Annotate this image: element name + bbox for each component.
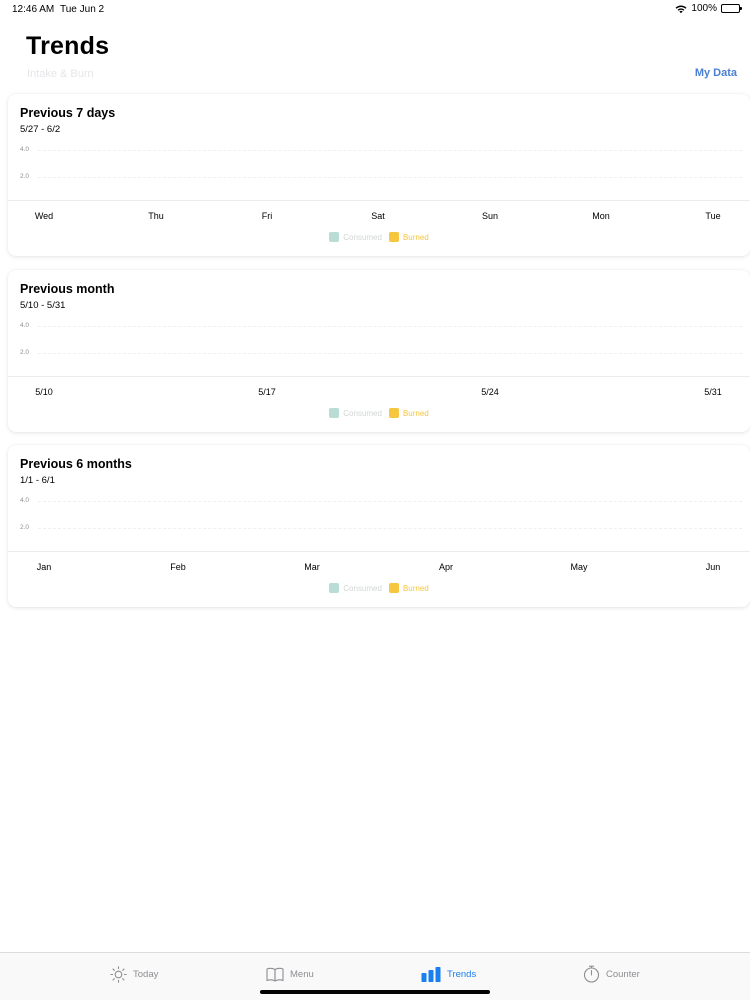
x-tick-label: Jan <box>36 562 52 572</box>
gridline <box>38 177 742 178</box>
x-tick-label: Apr <box>438 562 454 572</box>
y-tick-label: 2.0 <box>20 173 30 180</box>
gridline <box>38 528 742 529</box>
card-date-range: 1/1 - 6/1 <box>20 475 55 486</box>
tab-trends[interactable]: Trends <box>421 963 476 985</box>
tab-menu[interactable]: Menu <box>266 963 314 985</box>
x-axis-labels: Jan Feb Mar Apr May Jun <box>8 562 750 574</box>
x-tick-label: Wed <box>34 211 54 221</box>
x-tick-label: Jun <box>705 562 721 572</box>
tab-today[interactable]: Today <box>110 963 158 985</box>
burned-swatch <box>388 408 399 418</box>
x-axis-line <box>8 200 750 201</box>
chart-legend: Consumed Burned <box>8 583 750 593</box>
legend-burned: Burned <box>388 408 429 418</box>
x-tick-label: Sun <box>481 211 499 221</box>
card-date-range: 5/27 - 6/2 <box>20 124 61 135</box>
x-tick-label: May <box>570 562 588 572</box>
x-tick-label: Mon <box>592 211 610 221</box>
trend-card-month: Previous month 5/10 - 5/31 4.0 2.0 5/10 … <box>8 270 750 432</box>
burned-swatch <box>388 583 399 593</box>
x-tick-label: Fri <box>261 211 273 221</box>
card-title: Previous 6 months <box>20 457 132 471</box>
y-tick-label: 4.0 <box>20 322 30 329</box>
x-tick-label: Mar <box>304 562 320 572</box>
trend-card-7-days: Previous 7 days 5/27 - 6/2 4.0 2.0 Wed T… <box>8 94 750 256</box>
page-title: Trends <box>26 32 110 60</box>
status-bar: 12:46 AM Tue Jun 2 100% <box>0 0 750 20</box>
x-tick-label: 5/10 <box>35 387 53 397</box>
card-title: Previous 7 days <box>20 106 116 120</box>
bar-chart-icon <box>421 966 441 982</box>
chart-legend: Consumed Burned <box>8 232 750 242</box>
x-axis-line <box>8 376 750 377</box>
wifi-icon <box>676 5 687 13</box>
sun-icon <box>110 965 127 983</box>
x-tick-label: 5/17 <box>258 387 276 397</box>
consumed-swatch <box>329 232 340 242</box>
legend-consumed: Consumed <box>329 408 382 418</box>
gridline <box>38 326 742 327</box>
book-icon <box>266 967 284 982</box>
card-date-range: 5/10 - 5/31 <box>20 300 66 311</box>
y-tick-label: 4.0 <box>20 497 30 504</box>
gridline <box>38 150 742 151</box>
gridline <box>38 501 742 502</box>
x-axis-labels: Wed Thu Fri Sat Sun Mon Tue <box>8 211 750 223</box>
y-tick-label: 2.0 <box>20 524 30 531</box>
x-tick-label: 5/24 <box>481 387 499 397</box>
legend-consumed: Consumed <box>329 583 382 593</box>
tab-label: Counter <box>606 968 640 980</box>
gridline <box>38 353 742 354</box>
my-data-button[interactable]: My Data <box>695 67 737 79</box>
battery-icon <box>721 4 742 13</box>
x-axis-line <box>8 551 750 552</box>
legend-consumed: Consumed <box>329 232 382 242</box>
trend-card-6-months: Previous 6 months 1/1 - 6/1 4.0 2.0 Jan … <box>8 445 750 607</box>
x-tick-label: Thu <box>148 211 164 221</box>
x-tick-label: Feb <box>170 562 186 572</box>
consumed-swatch <box>329 583 340 593</box>
page-subtitle: Intake & Burn <box>27 68 94 80</box>
consumed-swatch <box>329 408 340 418</box>
y-tick-label: 2.0 <box>20 349 30 356</box>
legend-burned: Burned <box>388 583 429 593</box>
home-indicator <box>260 990 490 994</box>
x-tick-label: Sat <box>371 211 385 221</box>
status-date: Tue Jun 2 <box>60 4 105 15</box>
tab-label: Today <box>133 968 159 980</box>
legend-burned: Burned <box>388 232 429 242</box>
x-tick-label: Tue <box>705 211 721 221</box>
card-title: Previous month <box>20 282 115 296</box>
stopwatch-icon <box>583 965 600 983</box>
chart-legend: Consumed Burned <box>8 408 750 418</box>
battery-percent: 100% <box>691 3 717 14</box>
tab-counter[interactable]: Counter <box>583 963 640 985</box>
y-tick-label: 4.0 <box>20 146 30 153</box>
x-axis-labels: 5/10 5/17 5/24 5/31 <box>8 387 750 399</box>
status-time: 12:46 AM <box>12 4 55 15</box>
burned-swatch <box>388 232 399 242</box>
x-tick-label: 5/31 <box>704 387 722 397</box>
status-indicators: 100% <box>675 3 742 14</box>
tab-label: Menu <box>290 968 314 980</box>
tab-label: Trends <box>447 968 477 980</box>
